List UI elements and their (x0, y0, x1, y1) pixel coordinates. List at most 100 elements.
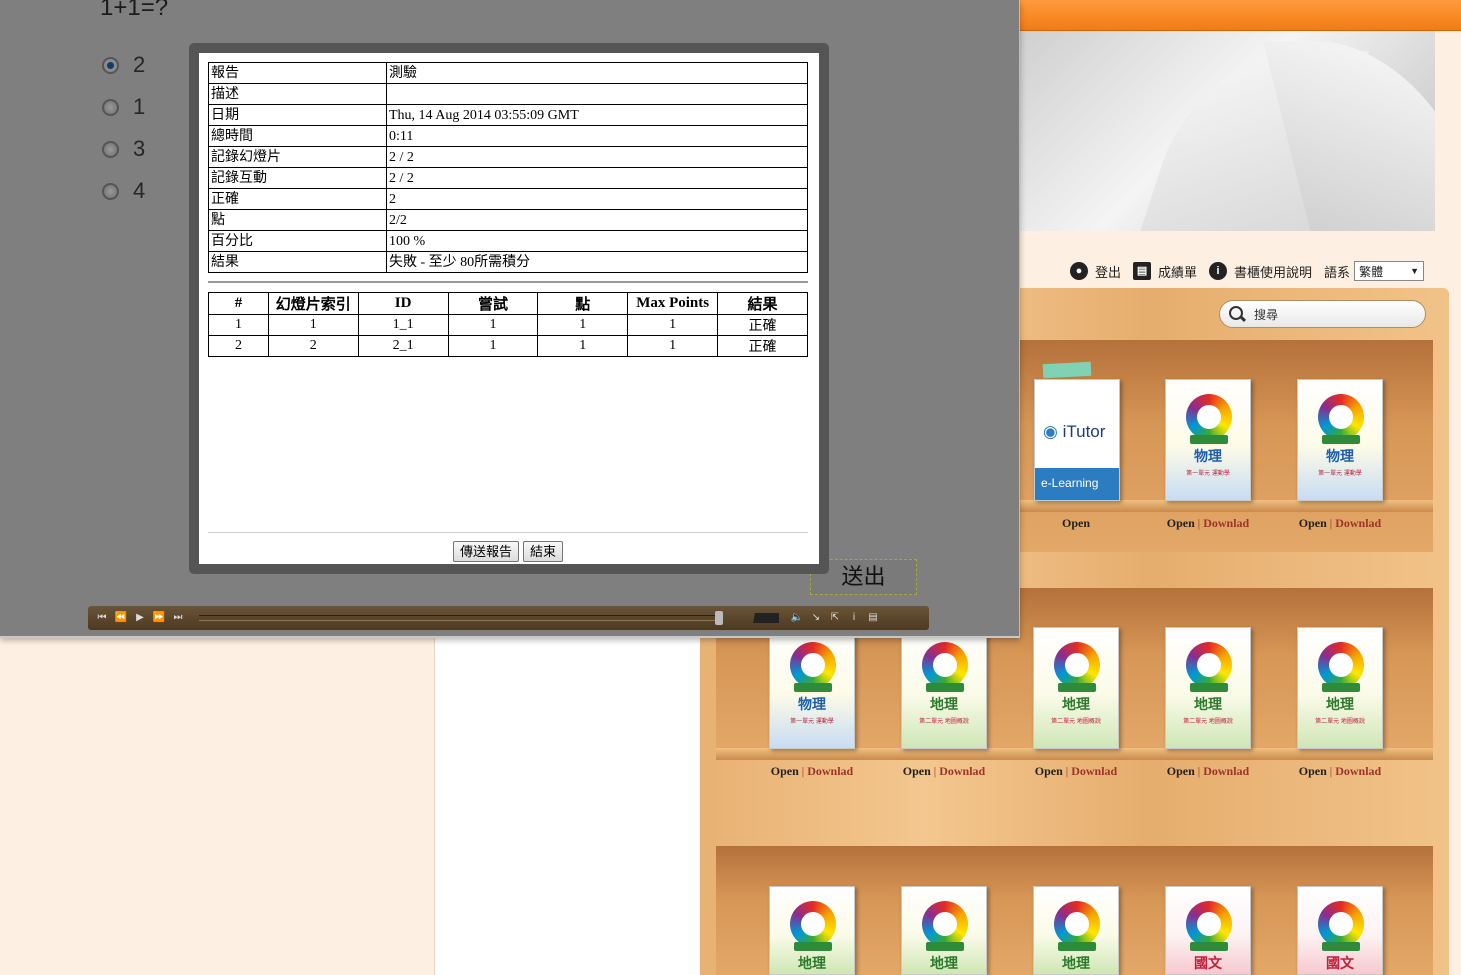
book-cover[interactable]: 物理 第一單元 運動學 (1297, 379, 1383, 501)
search-icon (1228, 305, 1246, 323)
volume-icon[interactable]: 🔈 (789, 610, 805, 626)
series-tag (926, 683, 964, 692)
banner-image (1018, 31, 1435, 231)
search-input[interactable]: 搜尋 (1219, 300, 1426, 328)
download-link[interactable]: Downlad (807, 764, 853, 778)
open-link[interactable]: Open (1035, 764, 1063, 778)
radio-icon[interactable] (102, 98, 119, 116)
book-cover[interactable]: 地理 (1033, 886, 1119, 975)
download-link[interactable]: Downlad (1203, 516, 1249, 530)
table-cell: 1 (447, 335, 539, 357)
download-link[interactable]: Downlad (1335, 764, 1381, 778)
summary-row: 描述 (208, 83, 808, 105)
shrink-icon[interactable]: ↘ (808, 610, 824, 626)
open-link[interactable]: Open (1299, 764, 1327, 778)
book-cover[interactable]: 國文 (1165, 886, 1251, 975)
user-icon: ● (1070, 262, 1088, 280)
play-icon[interactable]: ▶ (132, 610, 148, 626)
end-button[interactable]: 結束 (523, 541, 564, 562)
book-cover[interactable]: 地理 (769, 886, 855, 975)
publisher-logo-icon (922, 642, 968, 688)
book-cover[interactable]: 物理 第一單元 運動學 (769, 627, 855, 749)
book-cover[interactable]: 物理 第一單元 運動學 (1165, 379, 1251, 501)
left-panel (434, 635, 700, 975)
player-controls: ⏮ ⏪ ▶ ⏩ ⏭ 🔈 ↘ ⇱ i ▤ (88, 606, 929, 630)
summary-row: 正確 2 (208, 188, 808, 210)
summary-value: 100 % (386, 230, 808, 252)
fast-forward-icon[interactable]: ⏩ (151, 610, 167, 626)
publisher-logo-icon (790, 642, 836, 688)
book-actions: Open | Downlad (1153, 764, 1263, 779)
summary-value: 2 (386, 188, 808, 210)
summary-label: 結果 (208, 251, 387, 273)
series-tag (926, 942, 964, 951)
book-itutor[interactable]: ◉ iTutor e-Learning (1034, 379, 1120, 501)
fullscreen-icon[interactable]: ⇱ (827, 610, 843, 626)
answer-option[interactable]: 1 (102, 94, 145, 120)
series-tag (1058, 683, 1096, 692)
book-cover[interactable]: 地理 第二單元 地圖概說 (1165, 627, 1251, 749)
summary-row: 記錄幻燈片 2 / 2 (208, 146, 808, 168)
table-cell: 1 (627, 335, 719, 357)
open-link[interactable]: Open (1167, 516, 1195, 530)
help-link[interactable]: i 書櫃使用說明 (1209, 262, 1312, 281)
book-subtitle: 第一單元 運動學 (1186, 471, 1230, 477)
answer-option[interactable]: 3 (102, 136, 145, 162)
info-icon[interactable]: i (846, 610, 862, 626)
open-link[interactable]: Open (771, 764, 799, 778)
summary-row: 點 2/2 (208, 209, 808, 231)
answer-option[interactable]: 2 (102, 52, 145, 78)
dropdown-arrow-icon: ▼ (1410, 266, 1420, 276)
summary-row: 結果 失敗 - 至少 80所需積分 (208, 251, 808, 273)
divider (208, 281, 808, 283)
radio-icon[interactable] (102, 140, 119, 158)
open-link[interactable]: Open (903, 764, 931, 778)
download-link[interactable]: Downlad (1335, 516, 1381, 530)
volume-slider[interactable] (729, 613, 779, 623)
book-cover[interactable]: 地理 第二單元 地圖概說 (1033, 627, 1119, 749)
summary-label: 總時間 (208, 125, 387, 147)
radio-icon[interactable] (102, 182, 119, 200)
last-slide-icon[interactable]: ⏭ (170, 610, 186, 626)
seek-bar[interactable] (199, 611, 723, 625)
summary-value: 2/2 (386, 209, 808, 231)
grades-label: 成績單 (1158, 264, 1198, 280)
book-cover[interactable]: 國文 (1297, 886, 1383, 975)
series-tag (1322, 435, 1360, 444)
send-report-button[interactable]: 傳送報告 (452, 541, 519, 562)
book-subject: 地理 (930, 957, 958, 972)
radio-checked-icon[interactable] (102, 56, 119, 74)
book-subject: 國文 (1326, 957, 1354, 972)
column-header: 點 (537, 292, 629, 315)
notes-icon[interactable]: ▤ (865, 610, 881, 626)
open-link[interactable]: Open (1167, 764, 1195, 778)
summary-value: 2 / 2 (386, 146, 808, 168)
summary-row: 日期 Thu, 14 Aug 2014 03:55:09 GMT (208, 104, 808, 126)
first-slide-icon[interactable]: ⏮ (94, 610, 110, 626)
top-orange-bar (1010, 0, 1461, 31)
book-cover[interactable]: 地理 (901, 886, 987, 975)
answer-option[interactable]: 4 (102, 178, 145, 204)
open-link[interactable]: Open (1062, 516, 1090, 530)
download-link[interactable]: Downlad (939, 764, 985, 778)
itutor-logo: ◉ iTutor (1043, 422, 1106, 441)
download-link[interactable]: Downlad (1071, 764, 1117, 778)
summary-value (386, 83, 808, 105)
series-tag (1322, 942, 1360, 951)
column-header: Max Points (627, 292, 719, 315)
book-cover[interactable]: 地理 第二單元 地圖概說 (901, 627, 987, 749)
table-cell: 2_1 (357, 335, 449, 357)
table-cell: 1 (537, 335, 629, 357)
grades-link[interactable]: ▤ 成績單 (1133, 262, 1197, 281)
open-link[interactable]: Open (1299, 516, 1327, 530)
logout-link[interactable]: ● 登出 (1070, 262, 1121, 281)
language-select[interactable]: 繁體 ▼ (1354, 261, 1425, 281)
series-tag (794, 942, 832, 951)
book-cover[interactable]: 地理 第二單元 地圖概說 (1297, 627, 1383, 749)
download-link[interactable]: Downlad (1203, 764, 1249, 778)
option-label: 3 (133, 136, 146, 161)
publisher-logo-icon (1186, 642, 1232, 688)
rewind-icon[interactable]: ⏪ (113, 610, 129, 626)
summary-label: 點 (208, 209, 387, 231)
seek-handle[interactable] (715, 611, 723, 625)
